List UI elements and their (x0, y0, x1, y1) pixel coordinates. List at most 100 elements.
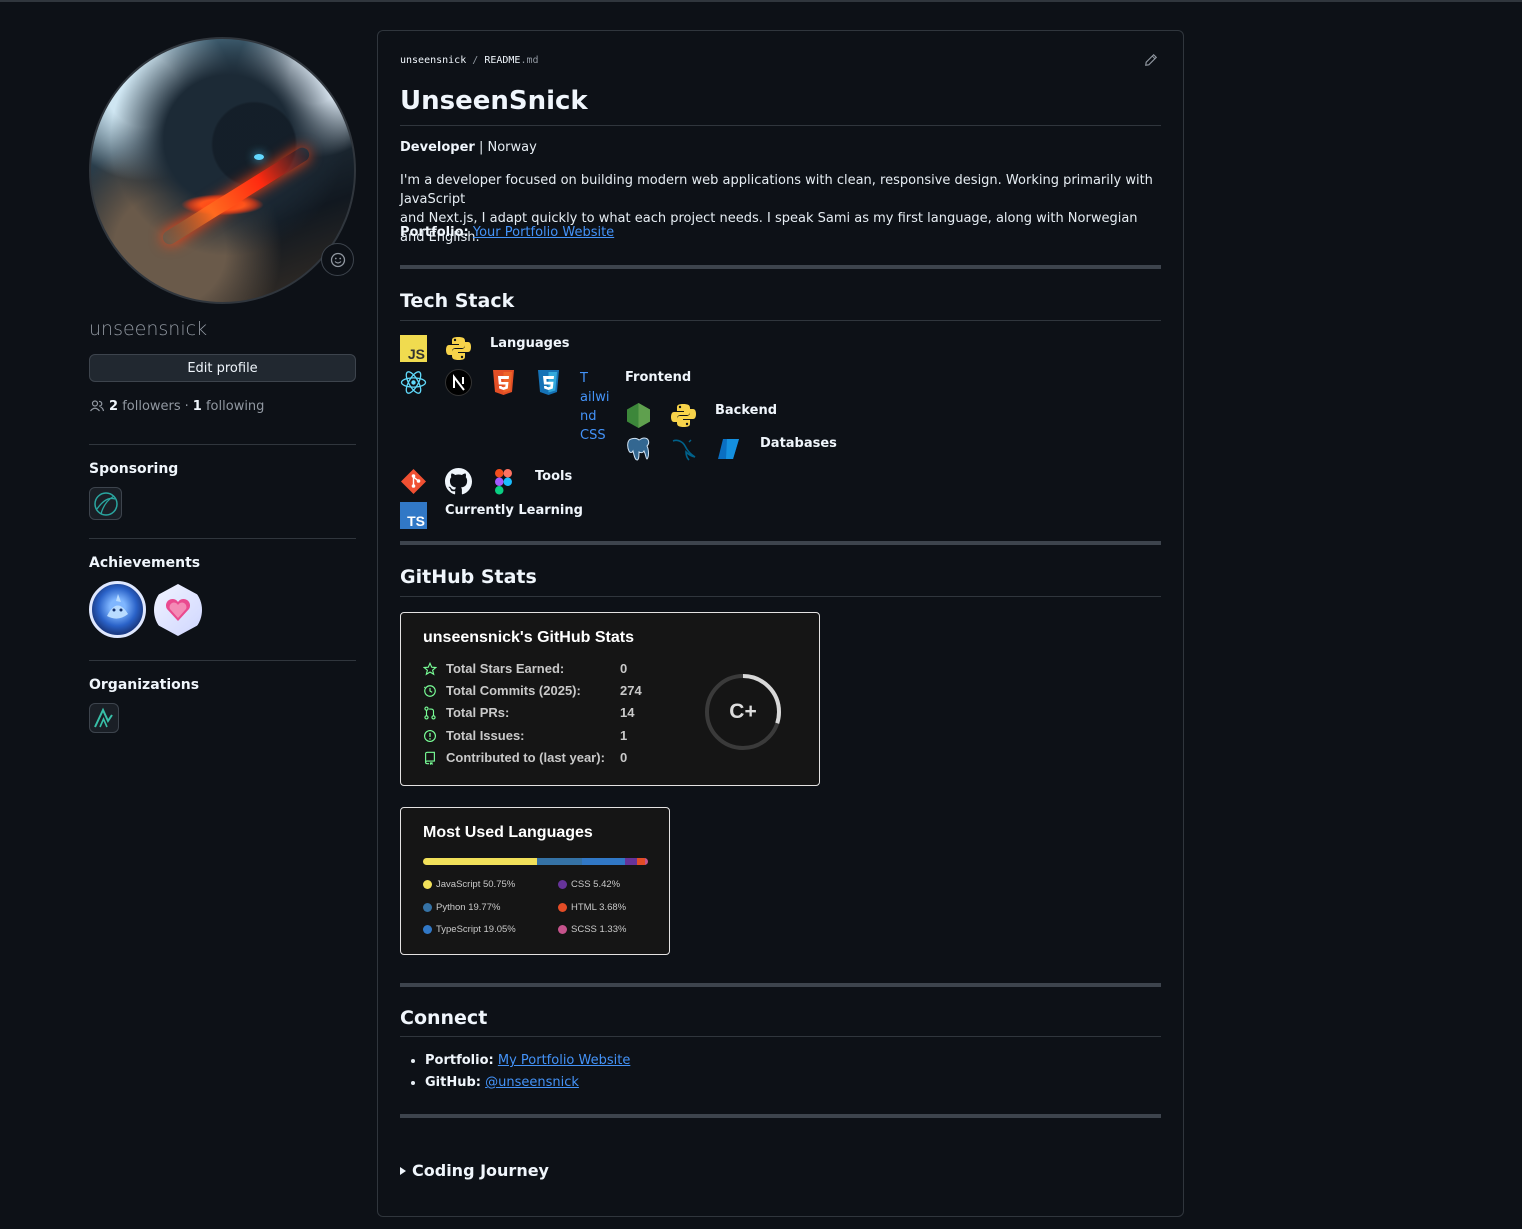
stat-row: Contributed to (last year): 0 (423, 750, 803, 765)
avatar[interactable] (89, 37, 356, 304)
following-count: 1 (192, 398, 202, 414)
svg-text:JS: JS (408, 346, 425, 362)
languages-card-title: Most Used Languages (423, 824, 593, 841)
language-name: Python 19.77% (436, 902, 501, 913)
stats-card-title: unseensnick's GitHub Stats (423, 629, 634, 646)
grade-text: C+ (729, 700, 757, 723)
profile-username: unseensnick (89, 318, 208, 340)
readme-title: UnseenSnick (400, 86, 588, 116)
title-underline (400, 125, 1161, 126)
languages-label: Languages (490, 336, 570, 351)
portfolio-link[interactable]: Your Portfolio Website (473, 225, 614, 240)
frontend-label: Frontend (625, 370, 692, 385)
git-icon (400, 468, 427, 495)
path-file: README (484, 55, 521, 66)
figma-icon (490, 468, 517, 495)
sponsoring-heading: Sponsoring (89, 461, 179, 477)
section-rule (400, 541, 1161, 545)
connect-list: Portfolio: My Portfolio Website GitHub: … (425, 1050, 630, 1094)
react-icon (400, 369, 427, 396)
tools-label: Tools (535, 469, 573, 484)
language-dot (558, 925, 567, 934)
history-icon (423, 684, 436, 697)
language-name: TypeScript 19.05% (436, 924, 516, 935)
list-item: GitHub: @unseensnick (425, 1072, 630, 1094)
databases-label: Databases (760, 436, 837, 451)
svg-text:TS: TS (407, 513, 425, 529)
language-name: SCSS 1.33% (571, 924, 627, 935)
role-text: Developer (400, 140, 475, 155)
tailwind-alt-text-3: nd (580, 409, 597, 424)
languages-card: Most Used Languages JavaScript 50.75% Py… (400, 807, 670, 955)
stat-value: 0 (620, 750, 628, 765)
organizations-heading: Organizations (89, 677, 200, 693)
language-dot (558, 903, 567, 912)
sponsored-avatar[interactable] (89, 487, 122, 520)
github-stats-heading: GitHub Stats (400, 566, 537, 588)
language-bar-segment (423, 858, 538, 865)
nodejs-icon (625, 402, 652, 429)
currently-learning-label: Currently Learning (445, 503, 583, 518)
github-stats-card: unseensnick's GitHub Stats Total Stars E… (400, 612, 820, 786)
python-backend-icon (670, 402, 697, 429)
language-legend-item: Python 19.77% (423, 902, 500, 913)
language-bar-segment (624, 858, 637, 865)
following-link[interactable]: 1 following (193, 399, 265, 414)
follow-stats: 2 followers · 1 following (89, 398, 356, 414)
organization-avatar[interactable] (89, 703, 119, 733)
shark-icon (107, 594, 128, 619)
pull-request-icon (424, 705, 436, 720)
language-dot (423, 903, 432, 912)
repo-icon (425, 751, 435, 765)
stat-label: Contributed to (last year): (446, 750, 605, 765)
pencil-icon (1145, 53, 1158, 66)
set-status-button[interactable] (321, 243, 354, 276)
stat-label: Total Commits (2025): (446, 683, 581, 698)
connect-portfolio-link[interactable]: My Portfolio Website (498, 1053, 630, 1068)
followers-link[interactable]: 2 followers (109, 399, 181, 414)
edit-readme-button[interactable] (1144, 53, 1158, 71)
html5-icon (490, 369, 517, 396)
language-name: JavaScript 50.75% (436, 879, 516, 890)
heading-underline (400, 596, 1161, 597)
heading-underline (400, 320, 1161, 321)
language-dot (423, 880, 432, 889)
tailwind-alt-text-4: CSS (580, 428, 606, 443)
postgresql-icon (625, 435, 652, 462)
tailwind-alt-text-1: T (580, 371, 588, 386)
language-dot (423, 925, 432, 934)
edit-profile-button[interactable]: Edit profile (89, 354, 356, 382)
stat-value: 14 (620, 705, 635, 720)
heading-underline (400, 1036, 1161, 1037)
language-bar-segment (636, 858, 645, 865)
connect-github-link[interactable]: @unseensnick (485, 1075, 579, 1090)
language-legend-item: SCSS 1.33% (558, 924, 626, 935)
typescript-icon: TS (400, 502, 427, 529)
stat-label: Total Issues: (446, 728, 525, 743)
github-icon (445, 468, 472, 495)
followers-label: followers (122, 398, 181, 414)
bio-line-1: I'm a developer focused on building mode… (400, 173, 1153, 207)
disclosure-triangle-icon (400, 1166, 406, 1175)
connect-portfolio-label: Portfolio: (425, 1053, 494, 1068)
section-rule (400, 983, 1161, 987)
language-dot (558, 880, 567, 889)
language-bar-segment (644, 858, 648, 865)
path-user-link[interactable]: unseensnick (400, 55, 466, 66)
followers-count: 2 (109, 398, 119, 414)
javascript-icon: JS (400, 335, 427, 362)
stat-value: 1 (620, 728, 628, 743)
python-icon (445, 335, 472, 362)
achievement-badge-shark[interactable] (89, 581, 146, 638)
stat-label: Total PRs: (446, 705, 510, 720)
profile-readme: unseensnick / README.md UnseenSnick Deve… (377, 30, 1184, 1217)
role-separator: | (478, 140, 484, 155)
section-rule (400, 1114, 1161, 1118)
star-icon (423, 661, 437, 675)
achievement-badge-heart[interactable] (154, 584, 202, 636)
profile-sidebar: unseensnick Edit profile 2 followers · 1… (89, 37, 356, 733)
coding-journey-toggle[interactable]: Coding Journey (400, 1161, 549, 1180)
sidebar-divider (89, 444, 356, 445)
location-text: Norway (487, 140, 537, 155)
sidebar-divider (89, 538, 356, 539)
